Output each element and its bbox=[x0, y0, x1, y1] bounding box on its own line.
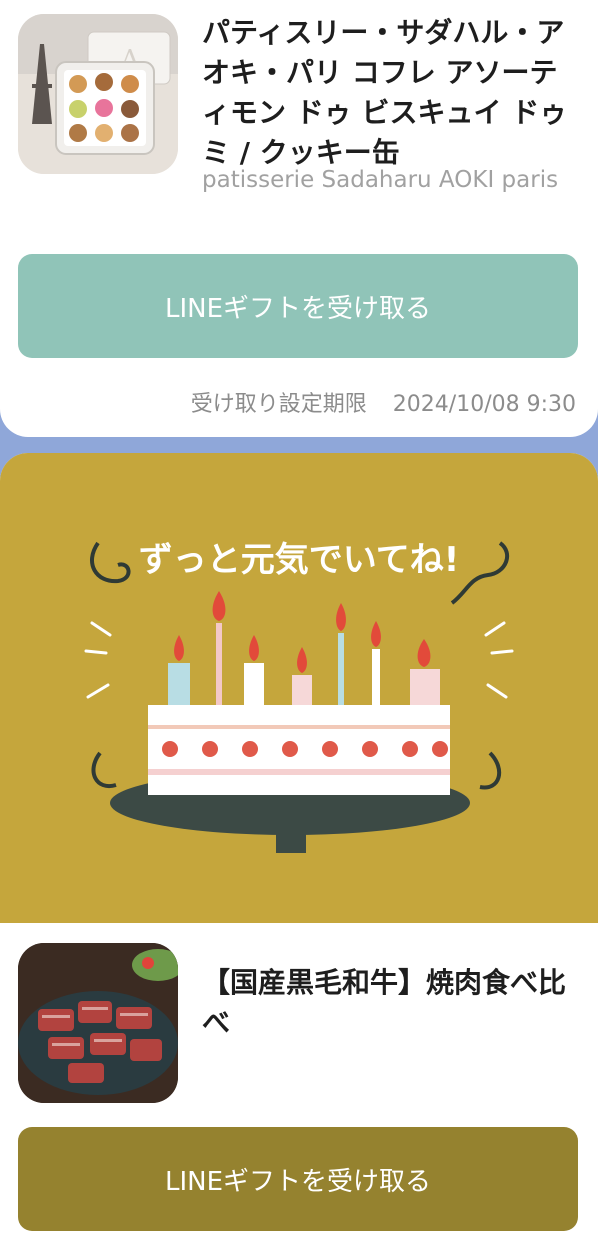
receive-gift-button[interactable]: LINEギフトを受け取る bbox=[18, 1127, 578, 1231]
product-image-wagyu[interactable] bbox=[18, 943, 178, 1103]
message-text: ずっと元気でいてね! bbox=[139, 540, 460, 580]
brand-name: patisserie Sadaharu AOKI paris bbox=[202, 167, 559, 193]
receive-gift-button[interactable]: LINEギフトを受け取る bbox=[18, 254, 578, 358]
gift-card-cookies: A パティスリー・サダハル・アオキ・パリ コフレ アソーティモン ドゥ ビスキュ… bbox=[0, 0, 598, 437]
product-title: 【国産黒毛和牛】焼肉食べ比べ bbox=[202, 966, 567, 1039]
deadline-label: 受け取り設定期限 bbox=[190, 392, 367, 417]
deadline-value: 2024/10/08 9:30 bbox=[392, 392, 576, 417]
product-title: パティスリー・サダハル・アオキ・パリ コフレ アソーティモン ドゥ ビスキュイ … bbox=[202, 16, 568, 169]
product-image-cookie-tin[interactable]: A bbox=[18, 14, 178, 174]
message-card-illustration: ずっと元気でいてね! bbox=[0, 453, 598, 923]
deadline-info: 受け取り設定期限 2024/10/08 9:30 bbox=[191, 386, 576, 418]
gift-card-wagyu: ずっと元気でいてね! 【国産黒毛和牛】焼肉食べ比べ LINEギフトを受け取る bbox=[0, 453, 598, 1253]
